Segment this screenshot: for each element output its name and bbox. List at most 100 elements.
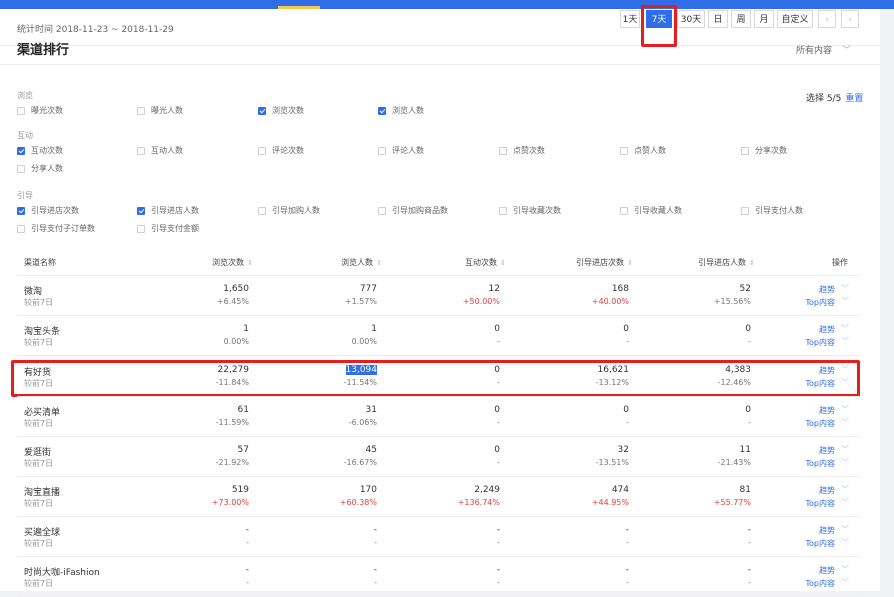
metric-value: 81 (739, 485, 751, 495)
chevron-down-icon[interactable]: ﹀ (841, 564, 849, 575)
trend-link[interactable]: 趋势 (790, 365, 835, 376)
metric-checkbox[interactable]: 分享人数 (17, 163, 63, 174)
trend-link[interactable]: 趋势 (790, 525, 835, 536)
compare-label: 较前7日 (24, 539, 54, 548)
metric-checkbox[interactable]: 引导收藏人数 (620, 205, 682, 216)
column-header[interactable]: 引导进店次数 ⇕ (576, 257, 633, 268)
top-content-link[interactable]: Top内容 (790, 578, 836, 589)
table-row: 微淘 较前7日 1,650 +6.45% 777 +1.57% 12 +50.00% 168 +4… (17, 276, 860, 316)
chevron-down-icon[interactable]: ﹀ (841, 364, 849, 375)
metric-value: 11 (739, 445, 751, 455)
column-header-label: 浏览人数 (341, 258, 373, 267)
checkbox-label: 浏览次数 (272, 106, 304, 115)
chevron-down-icon[interactable]: ﹀ (841, 484, 849, 495)
period-button[interactable]: 30天 (677, 10, 705, 28)
change-percent: - (374, 538, 377, 547)
trend-link[interactable]: 趋势 (790, 405, 835, 416)
change-percent: +73.00% (211, 498, 249, 507)
metric-checkbox[interactable]: 引导支付子订单数 (17, 223, 95, 234)
metric-value: 1,650 (223, 284, 249, 294)
column-header[interactable]: 浏览人数 ⇕ (341, 257, 382, 268)
chevron-down-icon[interactable]: ﹀ (841, 577, 849, 588)
chevron-right-icon[interactable]: › (841, 10, 859, 28)
page-scroll-rail[interactable] (880, 9, 894, 591)
chevron-down-icon[interactable]: ﹀ (841, 457, 849, 468)
chevron-down-icon[interactable]: ﹀ (841, 404, 849, 415)
top-content-link[interactable]: Top内容 (790, 297, 836, 308)
trend-link[interactable]: 趋势 (790, 284, 835, 295)
metric-checkbox[interactable]: 引导支付金额 (137, 223, 199, 234)
metric-checkbox[interactable]: 分享次数 (741, 145, 787, 156)
chevron-down-icon[interactable]: ﹀ (841, 537, 849, 548)
metric-checkbox[interactable]: 浏览次数 (258, 105, 304, 116)
chevron-down-icon[interactable]: ﹀ (841, 524, 849, 535)
top-content-link[interactable]: Top内容 (790, 458, 836, 469)
period-button[interactable]: 月 (754, 10, 774, 28)
top-content-link[interactable]: Top内容 (790, 418, 836, 429)
metric-checkbox[interactable]: 引导加购商品数 (378, 205, 448, 216)
top-content-link[interactable]: Top内容 (790, 498, 836, 509)
change-percent: - (626, 578, 629, 587)
change-percent: - (626, 418, 629, 427)
period-button[interactable]: 7天 (646, 10, 672, 28)
period-button[interactable]: 日 (708, 10, 728, 28)
sort-icon[interactable]: ⇕ (749, 259, 755, 267)
metric-checkbox[interactable]: 浏览人数 (378, 105, 424, 116)
metric-checkbox[interactable]: 曝光次数 (17, 105, 63, 116)
metric-checkbox[interactable]: 引导收藏次数 (499, 205, 561, 216)
metric-checkbox[interactable]: 曝光人数 (137, 105, 183, 116)
metric-checkbox[interactable]: 引导加购人数 (258, 205, 320, 216)
metric-checkbox[interactable]: 点赞人数 (620, 145, 666, 156)
trend-link[interactable]: 趋势 (790, 445, 835, 456)
metric-checkbox[interactable]: 点赞次数 (499, 145, 545, 156)
column-header[interactable]: 浏览次数 ⇕ (212, 257, 253, 268)
metric-checkbox[interactable]: 引导进店人数 (137, 205, 199, 216)
sort-icon[interactable]: ⇕ (376, 259, 382, 267)
change-percent: -11.54% (343, 378, 377, 387)
chevron-down-icon[interactable]: ﹀ (841, 283, 849, 294)
column-header[interactable]: 互动次数 ⇕ (465, 257, 506, 268)
chevron-down-icon[interactable]: ﹀ (841, 377, 849, 388)
change-percent: -21.92% (215, 458, 249, 467)
chevron-down-icon[interactable]: ﹀ (841, 497, 849, 508)
period-button[interactable]: 1天 (620, 10, 640, 28)
top-content-link[interactable]: Top内容 (790, 378, 836, 389)
metric-checkbox[interactable]: 评论人数 (378, 145, 424, 156)
top-nav-bar (0, 0, 894, 9)
change-percent: +55.77% (713, 498, 751, 507)
sort-icon[interactable]: ⇕ (247, 259, 253, 267)
change-percent: - (497, 578, 500, 587)
top-content-link[interactable]: Top内容 (790, 337, 836, 348)
sort-icon[interactable]: ⇕ (627, 259, 633, 267)
chevron-down-icon[interactable]: ﹀ (841, 323, 849, 334)
chevron-down-icon[interactable]: ﹀ (841, 336, 849, 347)
trend-link[interactable]: 趋势 (790, 324, 835, 335)
content-filter-select[interactable]: 所有内容 ﹀ (796, 43, 851, 56)
checkbox-icon (741, 146, 749, 155)
metric-checkbox[interactable]: 评论次数 (258, 145, 304, 156)
metric-checkbox[interactable]: 引导进店次数 (17, 205, 79, 216)
change-percent: - (246, 578, 249, 587)
chevron-left-icon[interactable]: ‹ (818, 10, 836, 28)
column-header[interactable]: 引导进店人数 ⇕ (698, 257, 755, 268)
checkbox-label: 曝光次数 (31, 106, 63, 115)
checkbox-label: 互动人数 (151, 146, 183, 155)
metric-checkbox[interactable]: 引导支付人数 (741, 205, 803, 216)
period-button[interactable]: 自定义 (777, 10, 813, 28)
checkbox-icon (17, 206, 25, 215)
top-content-link[interactable]: Top内容 (790, 538, 836, 549)
table-row: 时尚大咖-iFashion 较前7日 - - - - - - - - - - 趋势 ﹀ Top内容 ﹀ (17, 557, 860, 597)
chevron-down-icon[interactable]: ﹀ (841, 296, 849, 307)
metric-value: 61 (237, 405, 249, 415)
metric-checkbox[interactable]: 互动人数 (137, 145, 183, 156)
metric-checkbox[interactable]: 互动次数 (17, 145, 63, 156)
chevron-down-icon[interactable]: ﹀ (841, 444, 849, 455)
metric-value: 1 (371, 324, 377, 334)
checkbox-icon (17, 224, 25, 233)
sort-icon[interactable]: ⇕ (500, 259, 506, 267)
trend-link[interactable]: 趋势 (790, 485, 835, 496)
trend-link[interactable]: 趋势 (790, 565, 835, 576)
reset-link[interactable]: 重置 (845, 94, 863, 104)
chevron-down-icon[interactable]: ﹀ (841, 417, 849, 428)
period-button[interactable]: 周 (731, 10, 751, 28)
